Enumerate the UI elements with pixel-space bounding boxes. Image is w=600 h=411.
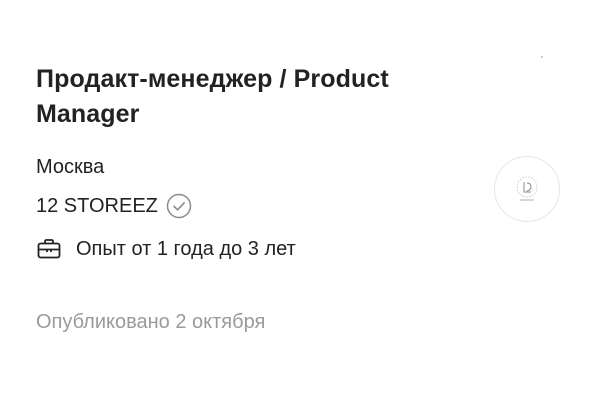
company-name[interactable]: 12 STOREEZ xyxy=(36,195,158,218)
check-circle-icon xyxy=(166,193,192,219)
briefcase-icon xyxy=(36,236,62,262)
company-logo-mark xyxy=(516,176,538,201)
vacancy-title[interactable]: Продакт-менеджер / Product Manager xyxy=(36,62,466,132)
experience-text: Опыт от 1 года до 3 лет xyxy=(76,237,296,260)
company-link[interactable]: 12 STOREEZ xyxy=(36,193,192,219)
vacancy-city: Москва xyxy=(36,156,105,178)
published-date: Опубликовано 2 октября xyxy=(36,311,266,333)
company-logo[interactable] xyxy=(494,156,560,222)
decorative-dot xyxy=(541,56,543,58)
vacancy-card: Продакт-менеджер / Product Manager Москв… xyxy=(0,0,600,411)
experience-row: Опыт от 1 года до 3 лет xyxy=(36,236,296,262)
